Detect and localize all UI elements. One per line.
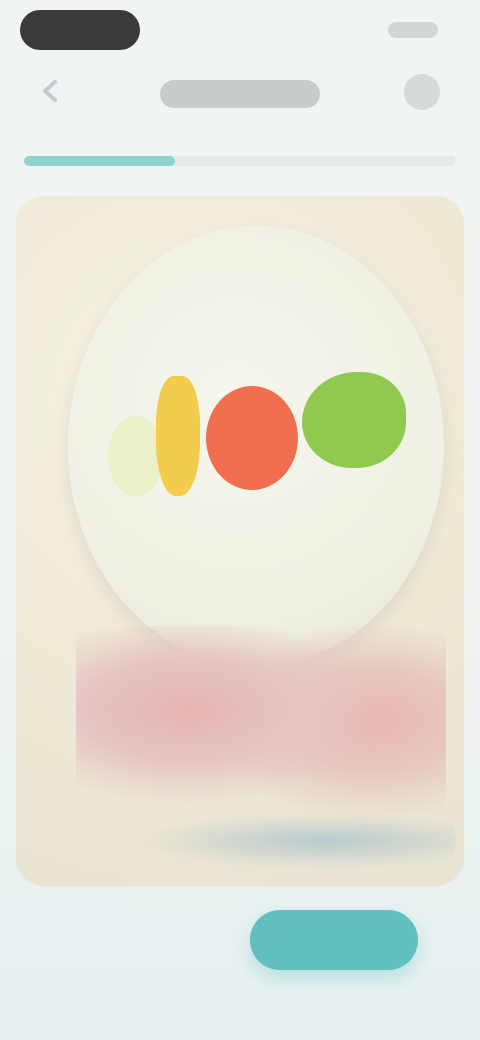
secondary-button[interactable] [84, 918, 204, 962]
progress-bar [24, 156, 456, 166]
page-title [160, 80, 320, 108]
status-bar-indicators [388, 22, 438, 38]
tomato-image [206, 386, 298, 490]
progress-fill [24, 156, 176, 166]
more-icon[interactable] [404, 74, 440, 110]
yellow-pepper-image [156, 376, 200, 496]
status-bar-time [20, 10, 140, 50]
chevron-left-icon[interactable] [34, 74, 68, 108]
lettuce-image [302, 372, 406, 468]
hands-image [76, 626, 446, 836]
app-screen [0, 0, 480, 1040]
card-shadow-band [76, 806, 456, 876]
lesson-image-card [16, 196, 464, 886]
primary-button[interactable] [250, 910, 418, 970]
